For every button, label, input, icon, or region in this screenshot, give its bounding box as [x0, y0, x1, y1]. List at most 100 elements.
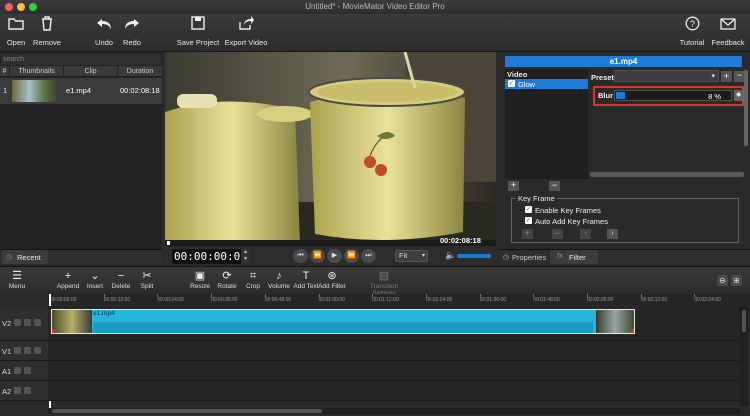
track-lane-a1[interactable]	[48, 361, 740, 381]
feedback-button[interactable]: Feedback	[710, 16, 746, 47]
media-search-input[interactable]: search	[1, 54, 161, 65]
timeline-ruler[interactable]: 00:00:00:00 00:00:12:00 00:00:24:00 00:00:3…	[48, 294, 750, 305]
play-button[interactable]: ▶	[327, 249, 342, 263]
minus-icon: −	[554, 228, 561, 238]
append-button[interactable]: + Append	[56, 270, 80, 290]
preset-select[interactable]: ▾	[614, 70, 719, 82]
remove-keyframe-button[interactable]: −	[552, 229, 563, 239]
resize-button[interactable]: ▣ Resize	[188, 270, 212, 290]
clip-label: e1.mp4	[93, 310, 115, 317]
volume-icon[interactable]: 🔈	[445, 250, 456, 261]
add-filter-button[interactable]: +	[508, 181, 519, 191]
zoom-out-button[interactable]: ⊖	[717, 275, 728, 286]
ruler-tick-label: 00:02:12:00	[640, 297, 668, 303]
split-button[interactable]: ✂ Split	[136, 270, 158, 290]
minus-icon: −	[117, 270, 125, 282]
table-row[interactable]: 1 e1.mp4 00:02:08:18	[0, 78, 162, 104]
mute-icon[interactable]	[14, 387, 21, 394]
enable-keyframes-checkbox[interactable]: ✓	[525, 206, 532, 213]
tab-properties[interactable]: Properties	[512, 253, 546, 262]
add-preset-button[interactable]: +	[721, 71, 732, 82]
save-project-button[interactable]: Save Project	[175, 16, 221, 47]
add-keyframe-button[interactable]: +	[522, 229, 533, 239]
undo-button[interactable]: Undo	[92, 16, 116, 47]
col-thumbnails[interactable]: Thumbnails	[10, 66, 64, 77]
crop-button[interactable]: ⌗ Crop	[243, 270, 263, 290]
filter-hscrollbar[interactable]	[590, 172, 744, 177]
lock-icon[interactable]	[34, 347, 41, 354]
menu-icon: ☰	[12, 270, 22, 282]
volume-slider[interactable]	[457, 254, 491, 258]
mute-icon[interactable]	[14, 367, 21, 374]
col-duration[interactable]: Duration	[118, 66, 162, 77]
next-keyframe-button[interactable]: ›	[607, 229, 618, 239]
eye-icon[interactable]	[24, 319, 31, 326]
auto-add-keyframes-checkbox[interactable]: ✓	[525, 217, 532, 224]
split-icon: ✂	[142, 270, 152, 282]
zoom-window-button[interactable]	[29, 3, 37, 11]
hide-track-icon[interactable]	[14, 319, 21, 326]
zoom-select[interactable]: Fit ▾	[395, 250, 428, 262]
open-button[interactable]: Open	[3, 16, 29, 47]
redo-button[interactable]: Redo	[121, 16, 143, 47]
remove-filter-button[interactable]: −	[549, 181, 560, 191]
playhead-marker[interactable]	[167, 241, 170, 245]
filter-item-glow[interactable]: ✓ Glow	[505, 79, 588, 89]
zoom-in-button[interactable]: ⊕	[731, 275, 742, 286]
ruler-tick	[318, 294, 320, 297]
transition-settings-button[interactable]: ▨Transition Settings	[358, 270, 410, 297]
col-index[interactable]: #	[0, 66, 10, 77]
add-filter-tl-button[interactable]: ⊛ Add Filter	[318, 270, 346, 290]
rewind-button[interactable]: ⏪	[310, 249, 325, 263]
timeline-hscroll[interactable]	[48, 408, 740, 414]
col-clip[interactable]: Clip	[64, 66, 118, 77]
track-header-a1: A1	[0, 361, 48, 381]
eye-icon[interactable]	[24, 347, 31, 354]
volume-button[interactable]: ♪ Volume	[266, 270, 292, 290]
auto-add-keyframes-label: Auto Add Key Frames	[535, 217, 608, 226]
blur-slider[interactable]: 8 %	[614, 90, 732, 101]
tutorial-button[interactable]: ? Tutorial	[678, 16, 706, 47]
delete-button[interactable]: − Delete	[110, 270, 132, 290]
blur-keyframe-button[interactable]: ◆	[734, 90, 743, 101]
skip-end-button[interactable]: ⏭	[361, 249, 376, 263]
hscroll-thumb[interactable]	[52, 409, 322, 413]
filter-icon: ⊛	[327, 270, 337, 282]
close-window-button[interactable]	[5, 3, 13, 11]
video-preview[interactable]	[165, 52, 496, 242]
track-lane-a2[interactable]	[48, 381, 740, 401]
export-video-button[interactable]: Export Video	[223, 16, 269, 47]
rotate-button[interactable]: ⟳ Rotate	[215, 270, 239, 290]
clip-trim-right[interactable]	[631, 329, 634, 333]
lock-icon[interactable]	[24, 387, 31, 394]
timecode-field[interactable]: 00:00:00:00	[172, 249, 247, 264]
filter-list: Video ✓ Glow	[505, 69, 588, 179]
clip-trim-left[interactable]	[52, 329, 55, 333]
feedback-label: Feedback	[711, 38, 745, 47]
timeline-clip[interactable]: e1.mp4	[51, 309, 635, 334]
remove-button[interactable]: Remove	[30, 16, 64, 47]
add-text-button[interactable]: T Add Text	[292, 270, 320, 290]
prev-keyframe-button[interactable]: ‹	[580, 229, 591, 239]
fast-forward-button[interactable]: ⏩	[344, 249, 359, 263]
insert-button[interactable]: ⌄ Insert	[84, 270, 106, 290]
lock-icon[interactable]	[24, 367, 31, 374]
vscroll-thumb[interactable]	[742, 310, 746, 332]
menu-button[interactable]: ☰ Menu	[6, 270, 28, 290]
plus-icon: +	[524, 228, 531, 238]
export-video-label: Export Video	[224, 38, 268, 47]
hide-track-icon[interactable]	[14, 347, 21, 354]
skip-start-button[interactable]: ⏮	[293, 249, 308, 263]
checkbox-glow[interactable]: ✓	[508, 80, 515, 87]
track-lane-v1[interactable]	[48, 341, 740, 361]
crop-icon: ⌗	[249, 270, 257, 282]
minimize-window-button[interactable]	[17, 3, 25, 11]
tab-recent[interactable]: ◷ Recent	[0, 249, 162, 264]
filter-scrollbar[interactable]	[744, 70, 748, 146]
tab-filter[interactable]: Filter	[569, 253, 586, 262]
clip-thumbnail	[12, 80, 56, 102]
lock-icon[interactable]	[34, 319, 41, 326]
timeline-vscroll[interactable]	[740, 306, 748, 406]
timecode-stepper[interactable]: ▲ ▼	[241, 249, 250, 264]
ruler-tick	[694, 294, 696, 297]
